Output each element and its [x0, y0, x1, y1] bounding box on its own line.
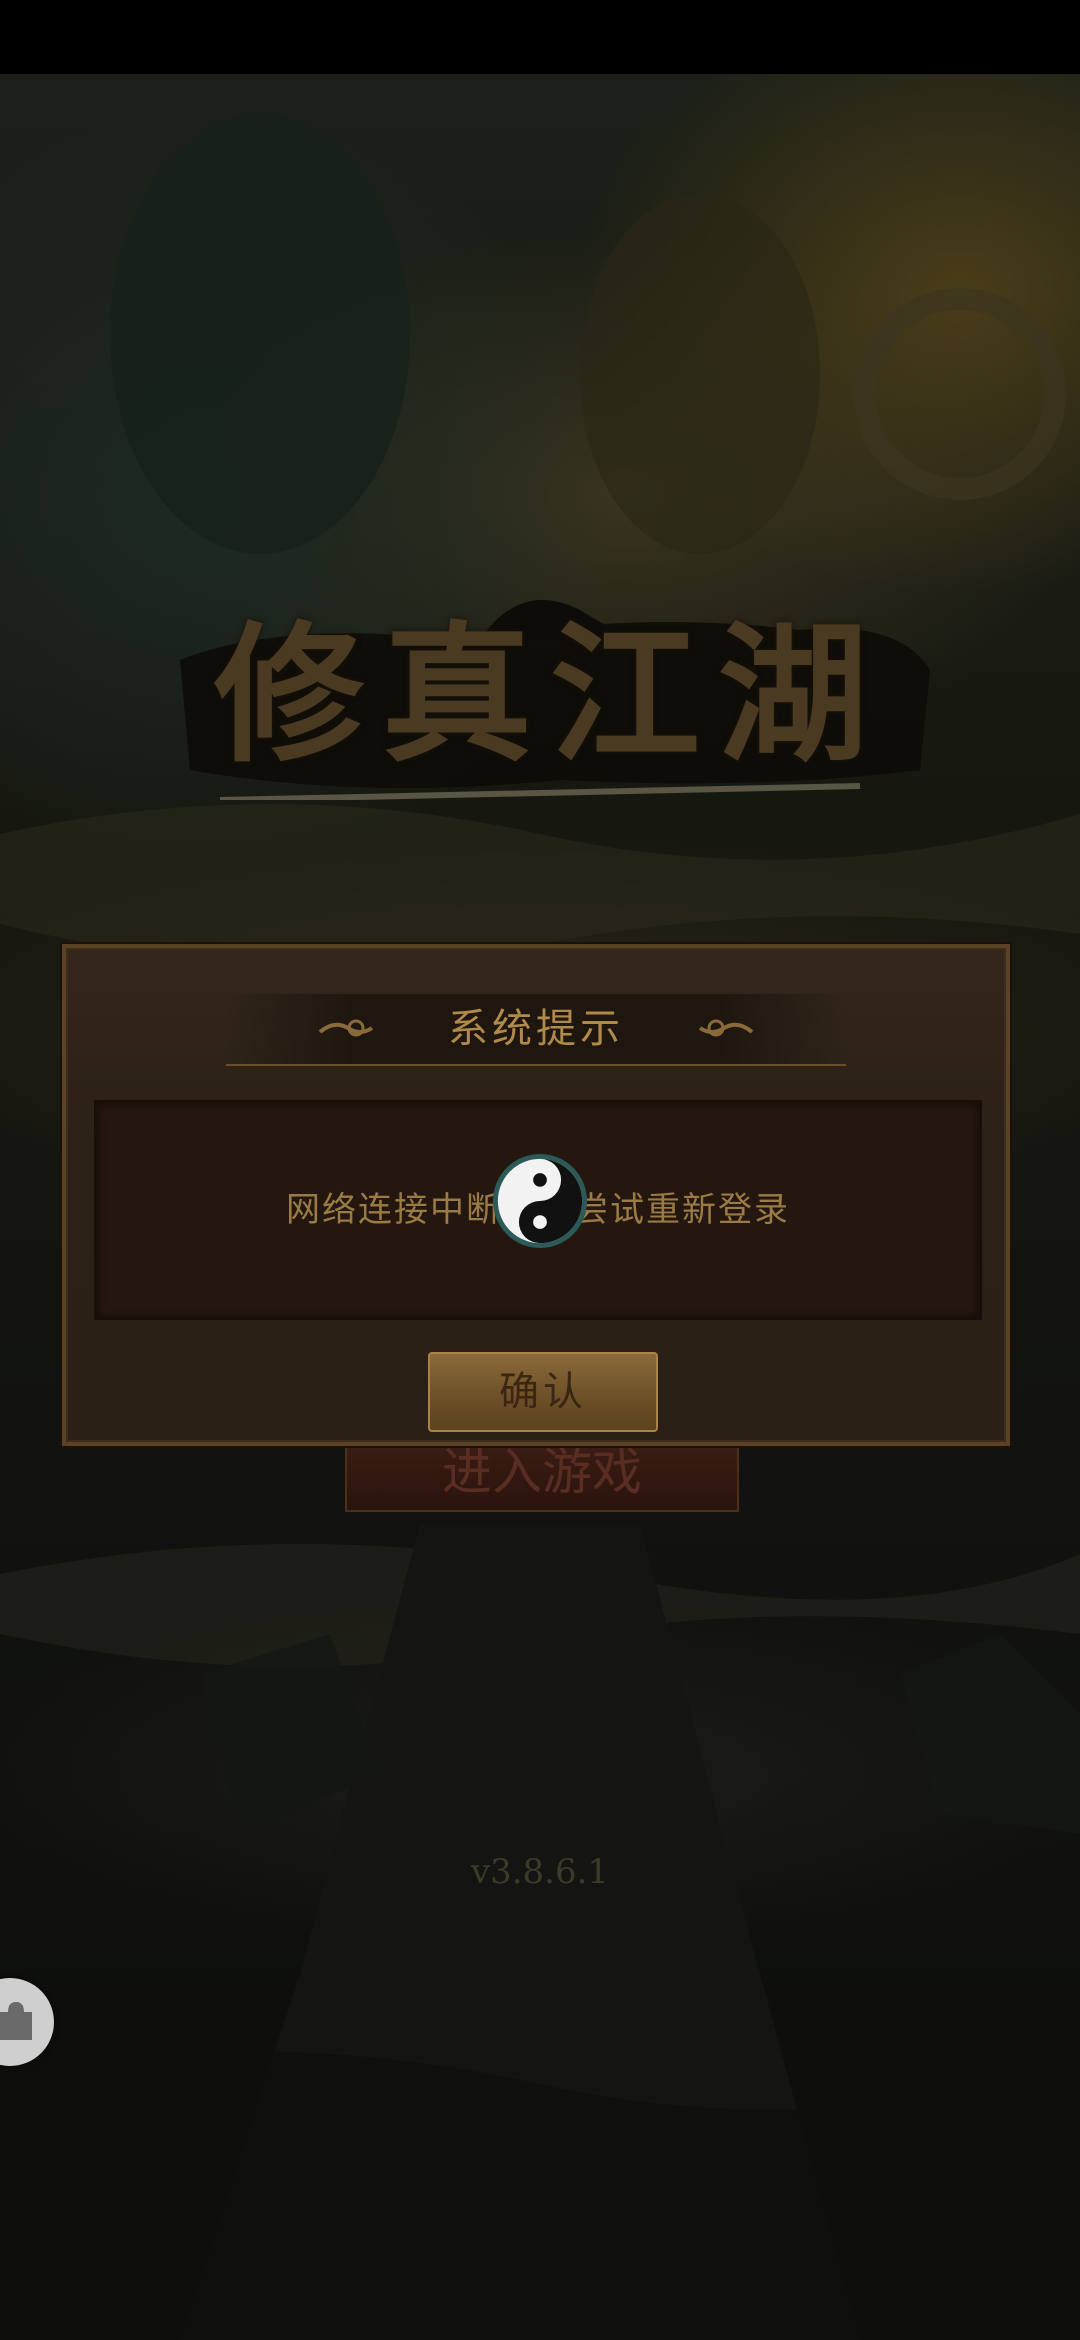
game-screen: 修真江湖 进入游戏 v3.8.6.1 系统提示 网络连接中断，请尝试重新登录 确… [0, 0, 1080, 2340]
confirm-button[interactable]: 确认 [428, 1352, 658, 1432]
game-logo: 修真江湖 [160, 560, 940, 820]
puzzle-icon [0, 2002, 32, 2040]
cloud-scroll-icon [698, 1019, 754, 1037]
yin-yang-icon [492, 1153, 588, 1249]
enter-game-button[interactable]: 进入游戏 [345, 1440, 739, 1512]
status-bar [0, 0, 1080, 74]
dialog-header: 系统提示 [226, 994, 846, 1066]
version-label: v3.8.6.1 [470, 1852, 610, 1892]
logo-title: 修真江湖 [213, 607, 886, 783]
